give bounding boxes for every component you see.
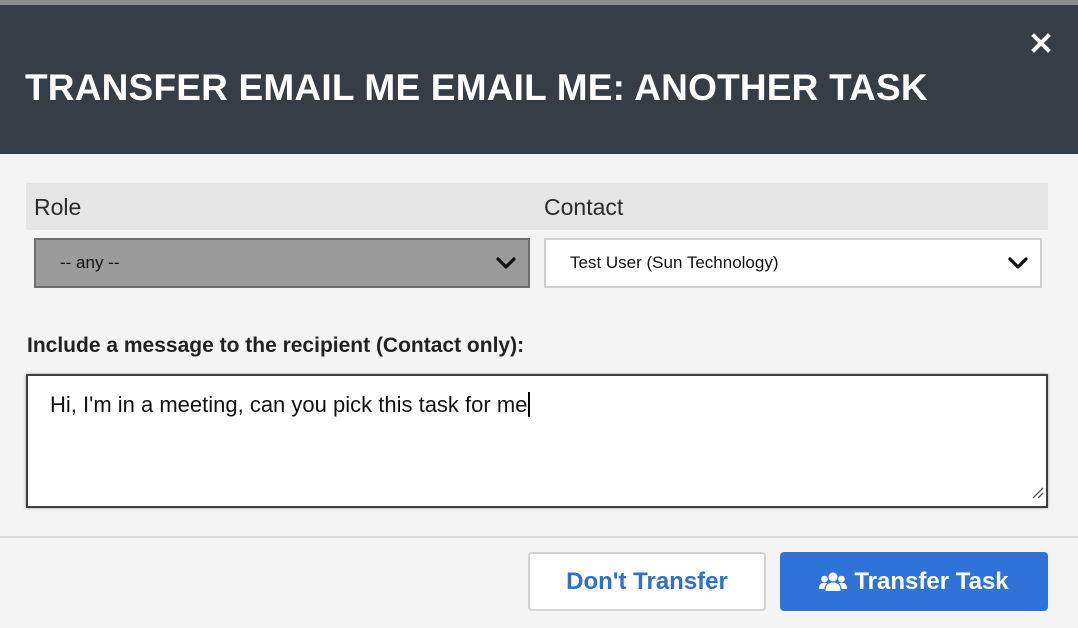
chevron-down-icon (996, 256, 1040, 270)
transfer-task-button[interactable]: Transfer Task (780, 552, 1048, 611)
message-label: Include a message to the recipient (Cont… (27, 334, 525, 357)
text-caret (528, 392, 531, 417)
role-select[interactable]: -- any -- (34, 238, 530, 288)
transfer-task-label: Transfer Task (854, 567, 1009, 595)
contact-label: Contact (544, 194, 624, 220)
contact-select[interactable]: Test User (Sun Technology) (544, 238, 1042, 288)
close-icon (1031, 33, 1051, 53)
dialog-header: TRANSFER EMAIL ME EMAIL ME: ANOTHER TASK (0, 5, 1078, 154)
role-select-value: -- any -- (60, 253, 120, 272)
field-label-row: Role Contact (26, 183, 1048, 230)
chevron-down-icon (484, 256, 528, 270)
users-icon (819, 571, 848, 593)
message-text-value: Hi, I'm in a meeting, can you pick this … (50, 392, 528, 417)
message-text: Hi, I'm in a meeting, can you pick this … (50, 392, 531, 418)
dialog-title: TRANSFER EMAIL ME EMAIL ME: ANOTHER TASK (25, 67, 928, 108)
dont-transfer-label: Don't Transfer (566, 567, 728, 595)
contact-select-value: Test User (Sun Technology) (570, 253, 779, 272)
resize-grip-icon[interactable] (1030, 485, 1044, 504)
close-button[interactable] (1028, 30, 1054, 56)
message-textarea[interactable]: Hi, I'm in a meeting, can you pick this … (26, 374, 1048, 508)
role-label: Role (34, 194, 82, 220)
dont-transfer-button[interactable]: Don't Transfer (528, 552, 766, 611)
